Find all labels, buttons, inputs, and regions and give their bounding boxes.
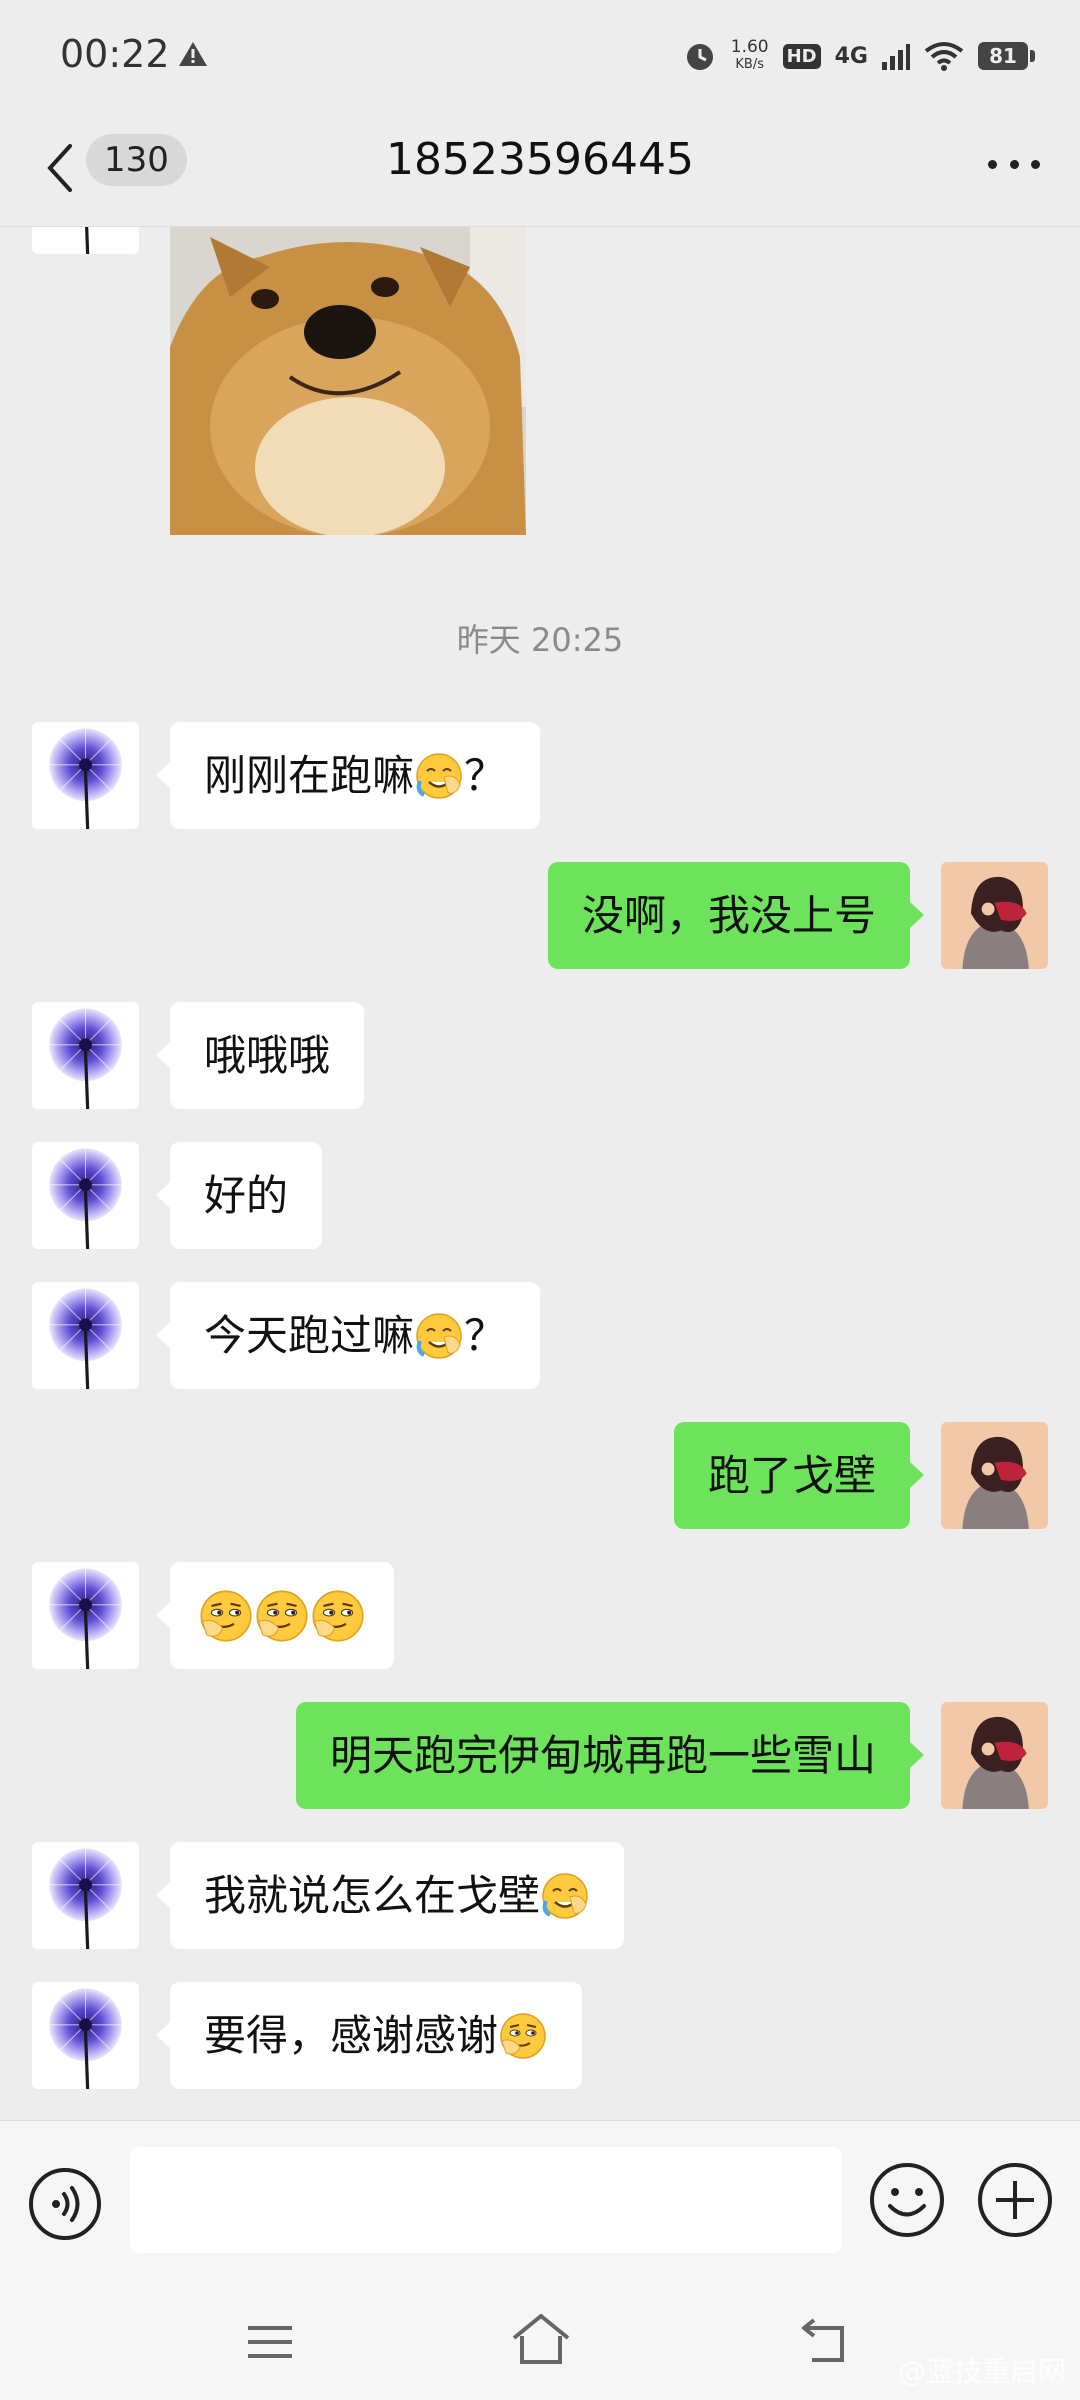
back-icon[interactable] — [798, 2316, 850, 2366]
message-bubble-incoming[interactable] — [156, 1562, 394, 1669]
message-bubble-incoming[interactable]: 要得，感谢感谢 — [155, 1982, 583, 2089]
more-dots-icon[interactable] — [988, 152, 1040, 176]
facepalm-cry-emoji — [540, 1871, 590, 1921]
contact-avatar[interactable] — [32, 1842, 139, 1949]
message-list[interactable]: 昨天 20:25 刚刚在跑嘛？ 没啊，我没上号 哦哦哦 好的 今天跑过嘛？ 跑了… — [0, 227, 1080, 2120]
my-avatar[interactable] — [941, 1422, 1048, 1529]
message-bubble-incoming[interactable]: 我就说怎么在戈壁 — [155, 1842, 625, 1949]
system-nav-bar: @蓝技重启网 — [0, 2280, 1080, 2400]
contact-avatar[interactable] — [32, 227, 139, 254]
watermark: @蓝技重启网 — [897, 2355, 1066, 2388]
contact-avatar[interactable] — [32, 1282, 139, 1389]
message-bubble-incoming[interactable]: 好的 — [155, 1142, 323, 1249]
smirk-hand-emoji — [498, 2011, 548, 2061]
battery-indicator: 81 — [978, 42, 1035, 70]
smirk-hand-emoji — [310, 1588, 366, 1644]
home-icon[interactable] — [510, 2312, 572, 2368]
emoji-icon[interactable] — [868, 2161, 946, 2239]
wifi-icon — [924, 42, 964, 71]
contact-avatar[interactable] — [32, 722, 139, 829]
message-bubble-outgoing[interactable]: 明天跑完伊甸城再跑一些雪山 — [295, 1702, 925, 1809]
facepalm-cry-emoji — [414, 751, 464, 801]
alarm-icon — [686, 44, 713, 70]
menu-icon[interactable] — [246, 2322, 294, 2362]
status-bar: 00:22 1.60 KB/s HD 4G 81 — [0, 0, 1080, 110]
network-speed: 1.60 KB/s — [730, 37, 769, 73]
signal-icon — [882, 44, 910, 70]
contact-avatar[interactable] — [32, 1982, 139, 2089]
warning-icon — [179, 42, 207, 66]
facepalm-cry-emoji — [414, 1311, 464, 1361]
timestamp: 昨天 20:25 — [456, 621, 624, 659]
contact-avatar[interactable] — [32, 1562, 139, 1669]
chat-title: 18523596445 — [386, 134, 694, 185]
input-bar — [0, 2120, 1080, 2281]
my-avatar[interactable] — [941, 862, 1048, 969]
smirk-hand-emoji — [198, 1588, 254, 1644]
message-bubble-outgoing[interactable]: 跑了戈壁 — [673, 1422, 925, 1529]
network-type: 4G — [834, 43, 868, 69]
message-input[interactable] — [130, 2147, 842, 2253]
smirk-hand-emoji — [254, 1588, 310, 1644]
voice-icon[interactable] — [28, 2167, 102, 2241]
hd-badge: HD — [782, 43, 821, 69]
message-bubble-incoming[interactable]: 今天跑过嘛？ — [155, 1282, 541, 1389]
shiba-meme-image[interactable] — [170, 227, 526, 535]
my-avatar[interactable] — [941, 1702, 1048, 1809]
status-time: 00:22 — [60, 32, 170, 76]
chat-header: 130 18523596445 — [0, 110, 1080, 227]
plus-icon[interactable] — [976, 2161, 1054, 2239]
message-bubble-incoming[interactable]: 哦哦哦 — [155, 1002, 365, 1109]
contact-avatar[interactable] — [32, 1002, 139, 1109]
contact-avatar[interactable] — [32, 1142, 139, 1249]
message-bubble-incoming[interactable]: 刚刚在跑嘛？ — [155, 722, 541, 829]
message-bubble-outgoing[interactable]: 没啊，我没上号 — [547, 862, 925, 969]
